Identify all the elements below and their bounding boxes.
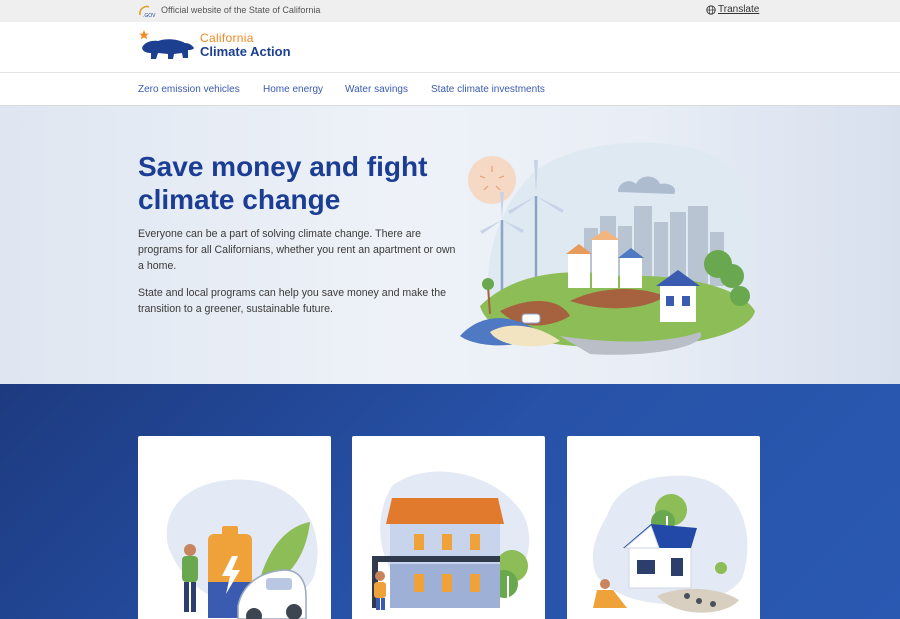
hero-paragraph-1: Everyone can be a part of solving climat… — [138, 228, 456, 272]
program-cards-section — [0, 384, 900, 619]
site-header: California Climate Action — [0, 22, 900, 73]
main-nav: Zero emission vehicles Home energy Water… — [0, 73, 900, 106]
logo-text-california: California — [200, 31, 254, 45]
nav-item-zero-emission-vehicles[interactable]: Zero emission vehicles — [138, 84, 240, 95]
program-card-apartment[interactable] — [352, 436, 545, 619]
program-card-house[interactable] — [567, 436, 760, 619]
hero-paragraph-2: State and local programs can help you sa… — [138, 287, 446, 315]
hero-title: Save money and fight climate change — [138, 151, 428, 215]
official-website-text: Official website of the State of Califor… — [161, 5, 321, 15]
translate-label[interactable]: Translate — [718, 4, 759, 15]
nav-item-home-energy[interactable]: Home energy — [263, 84, 323, 95]
utility-bar: .GOV Official website of the State of Ca… — [0, 0, 900, 22]
ev-battery-illustration-icon — [166, 479, 318, 619]
city-island-illustration — [460, 142, 755, 355]
california-bear-logo-icon[interactable] — [138, 28, 196, 64]
logo-text-climate-action: Climate Action — [200, 44, 291, 59]
apartment-building-illustration-icon — [372, 471, 530, 616]
house-illustration-icon — [592, 475, 748, 613]
program-card-ev[interactable] — [138, 436, 331, 619]
nav-item-water-savings[interactable]: Water savings — [345, 84, 408, 95]
hero-section: Save money and fight climate change Ever… — [0, 106, 900, 384]
translate-link[interactable]: Translate — [706, 4, 759, 15]
svg-text:.GOV: .GOV — [143, 13, 156, 19]
globe-icon — [706, 4, 716, 15]
nav-item-state-climate-investments[interactable]: State climate investments — [431, 84, 545, 95]
ca-gov-logo-icon[interactable]: .GOV — [137, 3, 157, 19]
